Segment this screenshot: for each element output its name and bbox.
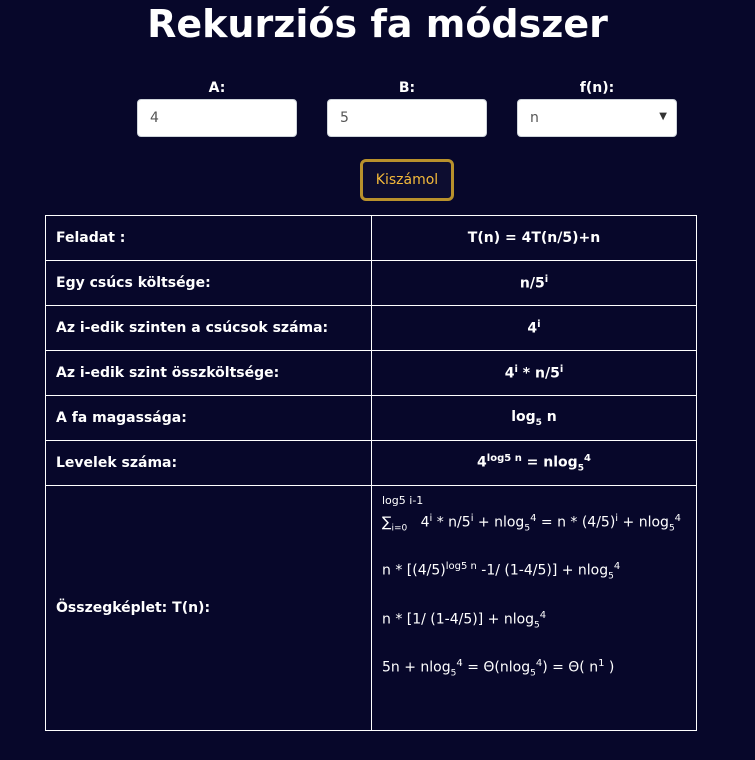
value-sup: i [544, 274, 549, 286]
value-sub: 5 [534, 620, 540, 631]
row-label: Összegképlet: T(n): [45, 485, 372, 731]
value-part: 5n + nlog [382, 660, 451, 677]
value-sup: 4 [613, 561, 621, 573]
calculate-button[interactable]: Kiszámol [360, 159, 454, 201]
value-sup: 4 [539, 609, 547, 621]
value-part: 4 [420, 514, 430, 531]
formula-line: 5n + nlog54 = Θ(nlog54) = Θ( n1 ) [382, 658, 686, 678]
page-title: Rekurziós fa módszer [147, 2, 608, 46]
row-value: 4i * n/5i [371, 350, 697, 396]
value-part: log [511, 408, 536, 425]
row-value: 4i [371, 305, 697, 351]
row-value: log5 n [371, 395, 697, 441]
value-sup: log5 n [486, 452, 522, 464]
value-sup: i [537, 319, 541, 331]
table-row: Összegképlet: T(n): log5 i-1 ∑i=0 4i * n… [45, 485, 697, 731]
row-label: Levelek száma: [45, 440, 372, 486]
a-field: A: [137, 78, 297, 137]
value-part: n/5 [519, 275, 545, 292]
value-sub: i=0 [391, 523, 408, 534]
value-sup: 4 [674, 513, 682, 524]
row-label: Az i-edik szinten a csúcsok száma: [45, 305, 372, 351]
f-select[interactable]: n [517, 99, 677, 137]
value-part: n [541, 408, 557, 425]
value-part: ) = Θ( n [542, 660, 599, 677]
table-row: Egy csúcs költsége: n/5i [45, 260, 697, 306]
b-input[interactable] [327, 99, 487, 137]
results-table: Feladat : T(n) = 4T(n/5)+n Egy csúcs köl… [45, 215, 697, 731]
b-field: B: [327, 78, 487, 137]
value-part: 4 [477, 454, 487, 471]
table-row: Feladat : T(n) = 4T(n/5)+n [45, 215, 697, 261]
formula-line: n * [(4/5)log5 n -1/ (1-4/5)] + nlog54 [382, 561, 686, 581]
f-label: f(n): [579, 80, 615, 96]
row-label: Egy csúcs költsége: [45, 260, 372, 306]
value-part: * n/5 [432, 514, 471, 531]
value-part: n * [(4/5) [382, 563, 446, 580]
value-sup: 4 [583, 452, 591, 464]
row-label: Az i-edik szint összköltsége: [45, 350, 372, 396]
sum-formula: log5 i-1 ∑i=0 4i * n/5i + nlog54 = n * (… [371, 485, 697, 731]
formula-line: ∑i=0 4i * n/5i + nlog54 = n * (4/5)i + n… [382, 513, 686, 533]
value-sup: log5 n [445, 561, 477, 573]
f-select-wrapper: n ▼ [517, 98, 677, 137]
value-part: 4 [527, 320, 538, 337]
value-sub: 5 [530, 668, 536, 679]
value-part: = n * (4/5) [536, 514, 616, 531]
a-input[interactable] [137, 99, 297, 137]
value-sup: i [559, 364, 564, 376]
row-value: n/5i [371, 260, 697, 306]
row-label: A fa magassága: [45, 395, 372, 441]
table-row: A fa magassága: log5 n [45, 395, 697, 441]
value-sub: 5 [577, 463, 584, 474]
value-sub: 5 [668, 523, 675, 534]
table-row: Az i-edik szint összköltsége: 4i * n/5i [45, 350, 697, 396]
value-part: n * [1/ (1-4/5)] + nlog [382, 611, 535, 628]
value-sub: 5 [608, 571, 614, 582]
value-part: + nlog [473, 514, 525, 531]
value-part: ) [604, 660, 615, 677]
row-value: 4log5 n = nlog54 [371, 440, 697, 486]
row-label: Feladat : [45, 215, 372, 261]
value-sub: 5 [524, 523, 531, 534]
value-part: * n/5 [517, 365, 560, 382]
table-row: Levelek száma: 4log5 n = nlog54 [45, 440, 697, 486]
f-field: f(n): n ▼ [517, 78, 677, 137]
row-value: T(n) = 4T(n/5)+n [371, 215, 697, 261]
formula-line: n * [1/ (1-4/5)] + nlog54 [382, 610, 686, 630]
value-part: -1/ (1-4/5)] + nlog [476, 563, 609, 580]
value-sub: 5 [450, 668, 457, 679]
page: Rekurziós fa módszer A: B: f(n): n ▼ Kis… [0, 0, 755, 760]
value-part: = Θ(nlog [462, 660, 531, 677]
a-label: A: [208, 80, 226, 96]
table-row: Az i-edik szinten a csúcsok száma: 4i [45, 305, 697, 351]
sum-upper-limit: log5 i-1 [382, 494, 424, 507]
value-part: = nlog [521, 454, 578, 471]
value-part: + nlog [618, 514, 669, 531]
b-label: B: [398, 80, 416, 96]
